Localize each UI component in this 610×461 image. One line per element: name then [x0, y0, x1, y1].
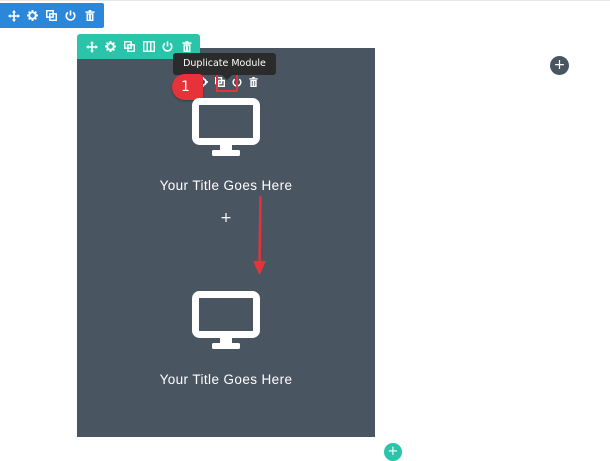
- duplicate-icon[interactable]: [120, 34, 139, 59]
- red-down-arrow: [253, 195, 266, 275]
- add-section-button[interactable]: +: [550, 56, 569, 75]
- columns-icon[interactable]: [139, 34, 158, 59]
- module-title: Your Title Goes Here: [159, 372, 293, 387]
- section-toolbar: [0, 3, 104, 28]
- add-module-button[interactable]: +: [219, 210, 233, 226]
- step-badge: 1: [172, 74, 203, 100]
- move-icon[interactable]: [4, 3, 23, 28]
- page-top-border: [0, 0, 610, 1]
- power-icon[interactable]: [61, 3, 80, 28]
- trash-icon[interactable]: [80, 3, 99, 28]
- monitor-icon: [192, 98, 260, 162]
- add-row-button[interactable]: +: [384, 443, 402, 461]
- tooltip-arrow: [222, 75, 232, 80]
- duplicate-icon[interactable]: [42, 3, 61, 28]
- monitor-icon: [192, 291, 260, 355]
- gear-icon[interactable]: [101, 34, 120, 59]
- module-title: Your Title Goes Here: [159, 178, 293, 193]
- duplicate-module-tooltip: Duplicate Module: [173, 53, 276, 75]
- move-icon[interactable]: [82, 34, 101, 59]
- gear-icon[interactable]: [23, 3, 42, 28]
- trash-icon[interactable]: [245, 73, 262, 91]
